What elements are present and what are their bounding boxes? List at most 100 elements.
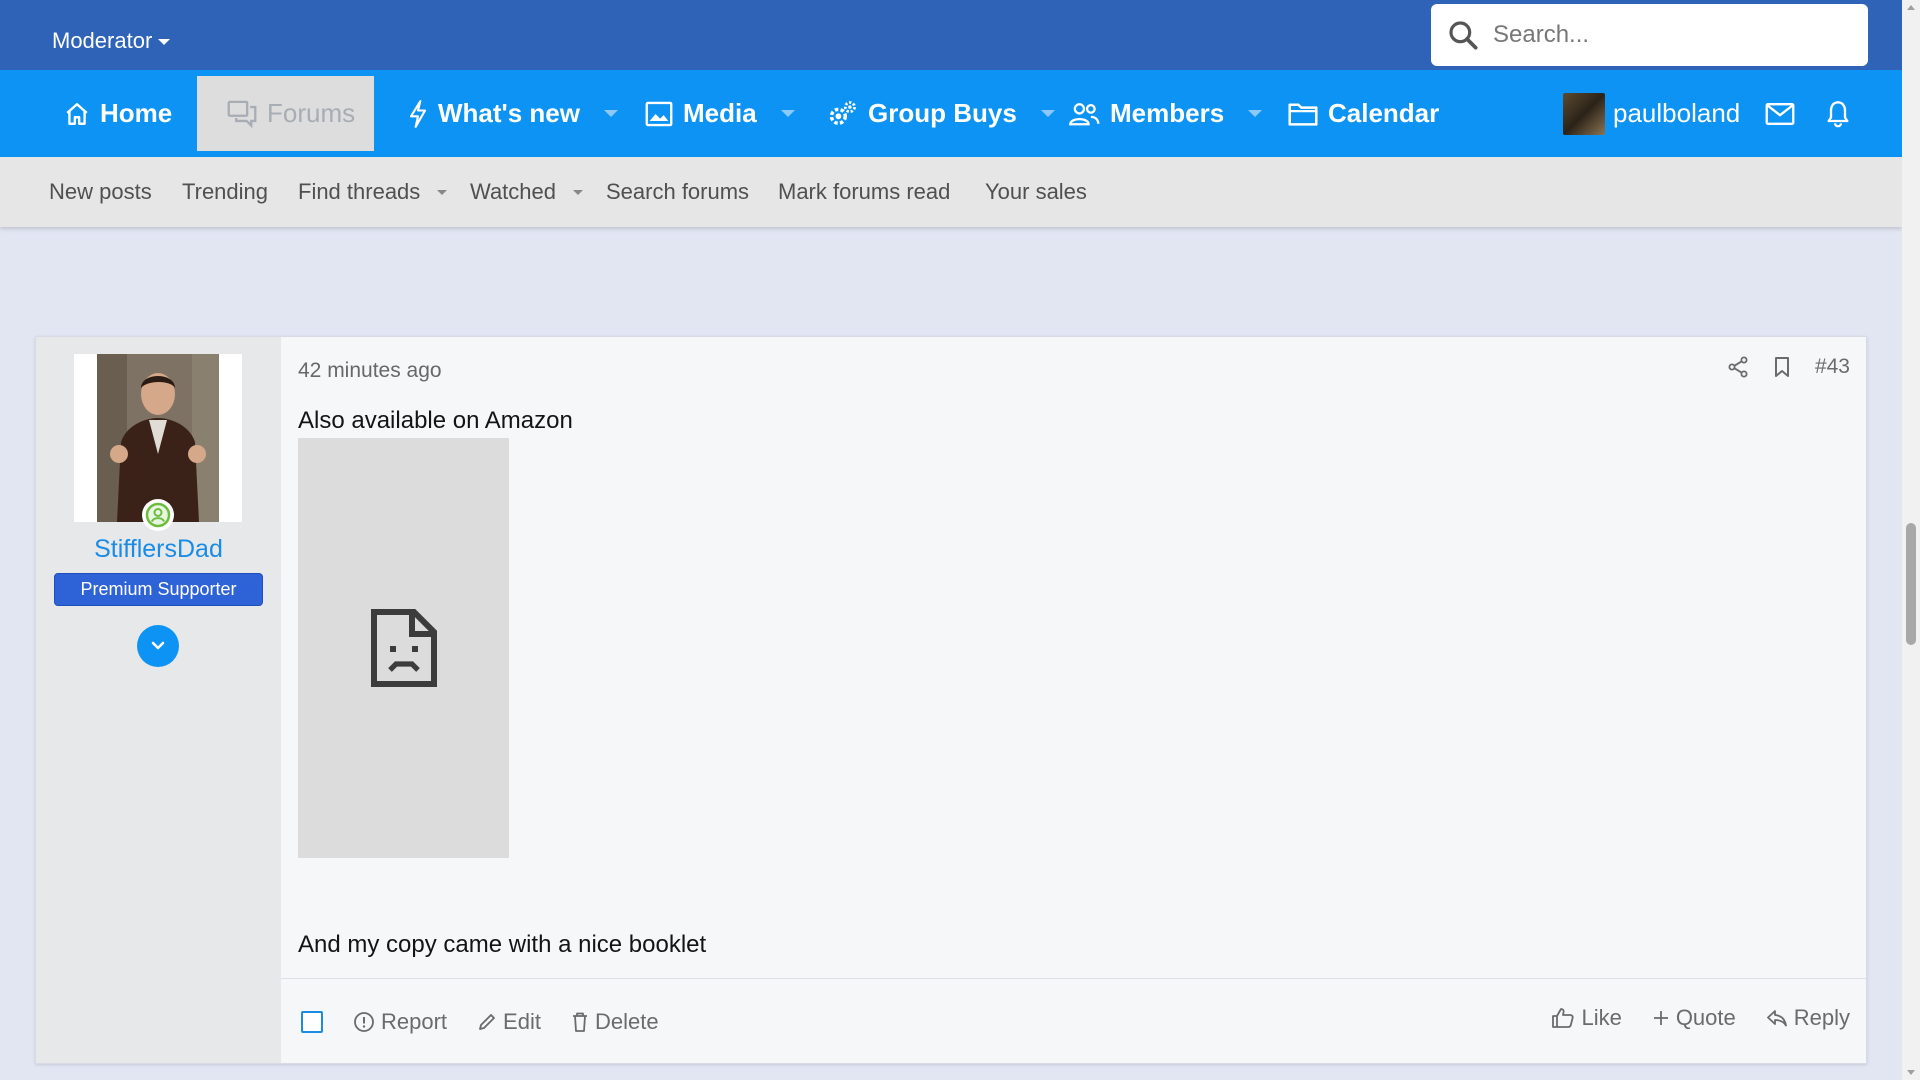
moderator-label: Moderator (52, 28, 153, 53)
nav-forums[interactable]: Forums (197, 76, 374, 151)
post-number[interactable]: #43 (1815, 355, 1850, 379)
post-footer: Report Edit Delete Like Quote Reply (281, 978, 1866, 1063)
user-title-badge: Premium Supporter (54, 573, 263, 606)
quote-label: Quote (1675, 1004, 1736, 1030)
plus-icon (1653, 1010, 1668, 1025)
chevron-down-icon (151, 641, 165, 650)
user-account[interactable]: paulboland (1563, 70, 1740, 157)
subnav-new-posts[interactable]: New posts (49, 157, 152, 227)
delete-label: Delete (594, 1008, 659, 1034)
subnav-new-posts-label: New posts (49, 179, 152, 204)
chevron-down-icon[interactable] (1040, 110, 1055, 117)
subnav-watched-label: Watched (470, 179, 557, 204)
reply-button[interactable]: Reply (1766, 1005, 1850, 1031)
like-button[interactable]: Like (1551, 1004, 1622, 1031)
online-status-badge (142, 499, 174, 531)
chevron-down-icon[interactable] (1248, 110, 1263, 117)
scrollbar-thumb[interactable] (1906, 523, 1916, 645)
post-timestamp[interactable]: 42 minutes ago (298, 359, 442, 383)
subnav-search-forums-label: Search forums (606, 179, 750, 204)
post-body-line-2: And my copy came with a nice booklet (298, 931, 707, 958)
sub-nav: New posts Trending Find threads Watched … (0, 157, 1902, 227)
bolt-icon (409, 99, 427, 128)
author-photo-figure (97, 354, 219, 522)
report-button[interactable]: Report (353, 1009, 447, 1035)
nav-group-buys[interactable]: Group Buys (828, 70, 1055, 157)
subnav-your-sales-label: Your sales (985, 179, 1087, 204)
author-avatar-photo (97, 354, 219, 522)
pencil-icon (479, 1013, 495, 1030)
delete-button[interactable]: Delete (571, 1009, 659, 1035)
scroll-up-icon[interactable] (1907, 5, 1915, 10)
share-icon (1728, 356, 1748, 378)
moderator-menu[interactable]: Moderator (52, 28, 171, 54)
bookmark-icon (1774, 357, 1789, 377)
report-label: Report (381, 1008, 448, 1034)
nav-members[interactable]: Members (1068, 70, 1263, 157)
search-box[interactable] (1431, 4, 1868, 66)
subnav-mark-forums-read[interactable]: Mark forums read (778, 157, 950, 227)
author-username[interactable]: StifflersDad (36, 535, 281, 564)
image-icon (645, 101, 673, 126)
subnav-your-sales[interactable]: Your sales (985, 157, 1087, 227)
bell-icon (1827, 100, 1849, 127)
broken-image (298, 438, 509, 858)
nav-whats-new[interactable]: What's new (408, 70, 618, 157)
nav-media[interactable]: Media (645, 70, 795, 157)
expand-user-info-button[interactable] (137, 625, 179, 667)
edit-button[interactable]: Edit (477, 1009, 541, 1035)
nav-home[interactable]: Home (64, 70, 172, 157)
trash-icon (572, 1012, 587, 1032)
search-icon (1449, 21, 1478, 50)
envelope-icon (1765, 102, 1795, 125)
quote-button[interactable]: Quote (1652, 1005, 1736, 1031)
main-nav: Home Forums What's new Media Group Buys … (0, 70, 1902, 157)
author-avatar[interactable] (74, 354, 242, 522)
page-scrollbar[interactable] (1902, 0, 1920, 1080)
scroll-down-icon[interactable] (1907, 1070, 1915, 1075)
comments-icon (227, 100, 257, 128)
select-post-checkbox[interactable] (301, 1010, 323, 1033)
subnav-trending-label: Trending (182, 179, 269, 204)
users-icon (1069, 102, 1100, 125)
nav-members-label: Members (1110, 98, 1225, 128)
subnav-find-threads-label: Find threads (298, 179, 421, 204)
like-label: Like (1581, 1004, 1622, 1030)
top-bar: Moderator (0, 0, 1902, 70)
thumbs-up-icon (1552, 1007, 1575, 1028)
share-button[interactable] (1727, 356, 1749, 378)
username-label: paulboland (1613, 98, 1741, 128)
alert-circle-icon (354, 1011, 374, 1032)
nav-media-label: Media (683, 98, 757, 128)
chevron-down-icon[interactable] (573, 189, 584, 195)
nav-group-buys-label: Group Buys (868, 98, 1017, 128)
chevron-down-icon[interactable] (603, 110, 618, 117)
subnav-mark-forums-read-label: Mark forums read (778, 179, 951, 204)
nav-calendar-label: Calendar (1328, 98, 1440, 128)
nav-forums-label: Forums (267, 98, 356, 128)
nav-calendar[interactable]: Calendar (1288, 70, 1439, 157)
alerts-button[interactable] (1826, 70, 1850, 157)
inbox-button[interactable] (1765, 70, 1795, 157)
edit-label: Edit (503, 1008, 541, 1034)
bookmark-button[interactable] (1773, 356, 1791, 378)
search-input[interactable] (1493, 21, 1833, 49)
chevron-down-icon[interactable] (437, 189, 448, 195)
subnav-search-forums[interactable]: Search forums (606, 157, 749, 227)
nav-whats-new-label: What's new (438, 98, 580, 128)
reply-label: Reply (1793, 1004, 1850, 1030)
user-online-icon (145, 502, 171, 528)
post-user-panel: StifflersDad Premium Supporter (36, 337, 281, 1063)
subnav-trending[interactable]: Trending (182, 157, 268, 227)
post-header-actions: #43 (1727, 355, 1850, 379)
nav-home-label: Home (100, 98, 173, 128)
gears-icon (829, 100, 856, 125)
chevron-down-icon (158, 39, 171, 45)
folder-icon (1288, 103, 1318, 126)
home-icon (66, 102, 88, 125)
broken-image-icon (370, 609, 437, 687)
post-moderation-actions: Report Edit Delete (301, 979, 659, 1064)
chevron-down-icon[interactable] (780, 110, 795, 117)
subnav-watched[interactable]: Watched (470, 157, 584, 227)
subnav-find-threads[interactable]: Find threads (298, 157, 448, 227)
